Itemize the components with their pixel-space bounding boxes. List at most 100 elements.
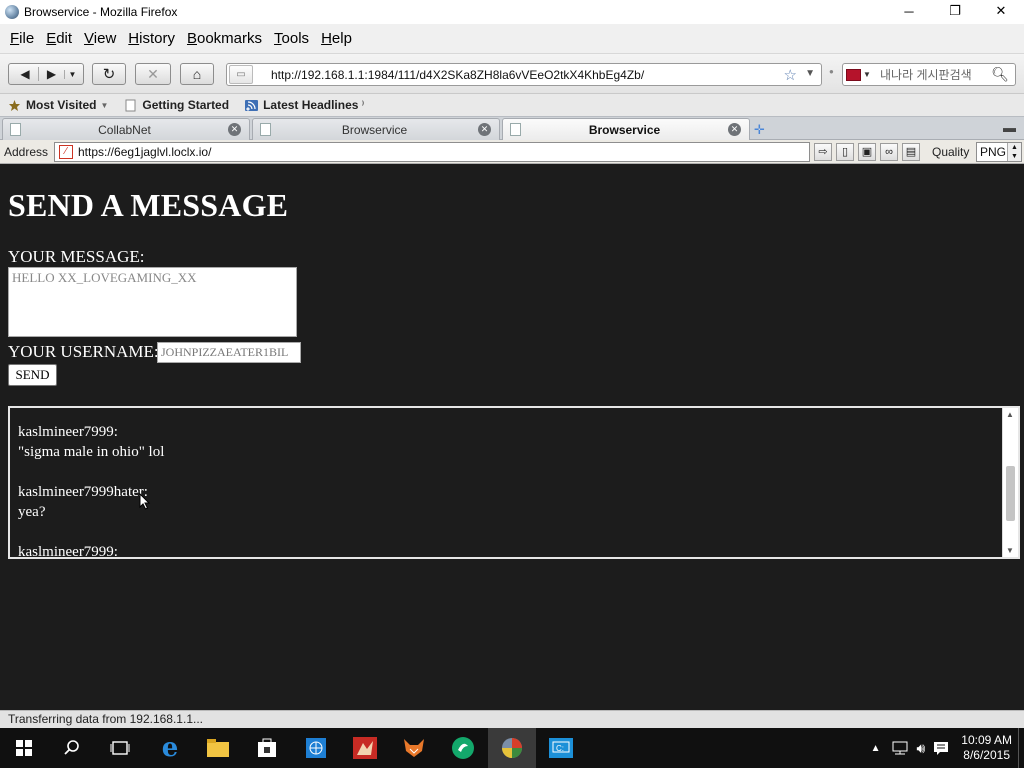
taskbar-app-blue[interactable]: C: bbox=[537, 728, 585, 768]
clock-time: 10:09 AM bbox=[961, 733, 1012, 747]
tab-label: Browservice bbox=[341, 122, 408, 137]
message-textarea[interactable]: HELLO XX_LOVEGAMING_XX bbox=[8, 267, 297, 337]
url-dropdown-icon[interactable]: ▼ bbox=[805, 68, 815, 79]
new-tab-icon[interactable]: ✛ bbox=[754, 122, 765, 138]
volume-icon[interactable]: 🔊︎ bbox=[916, 740, 925, 757]
network-icon[interactable] bbox=[892, 740, 908, 756]
action-center-icon[interactable] bbox=[933, 740, 949, 756]
page-content: SEND A MESSAGE YOUR MESSAGE: HELLO XX_LO… bbox=[0, 165, 1024, 710]
maximize-button[interactable]: ❐ bbox=[932, 0, 978, 22]
menu-file[interactable]: File bbox=[4, 30, 40, 47]
window-title: Browservice - Mozilla Firefox bbox=[24, 5, 178, 19]
username-input[interactable]: JOHNPIZZAEATER1BIL bbox=[157, 342, 301, 363]
chat-line: kaslmineer7999: bbox=[18, 424, 118, 440]
address-url[interactable]: https://6eg1jaglvl.loclx.io/ bbox=[78, 145, 211, 159]
scroll-up-icon[interactable]: ▲ bbox=[1006, 410, 1014, 419]
bookmark-most-visited[interactable]: Most Visited ▼ bbox=[8, 98, 108, 112]
taskbar-app-green[interactable] bbox=[439, 728, 487, 768]
windows-icon bbox=[16, 740, 32, 756]
page-icon bbox=[260, 123, 271, 136]
menu-edit[interactable]: Edit bbox=[40, 30, 78, 47]
status-text: Transferring data from 192.168.1.1... bbox=[8, 712, 203, 726]
taskbar-browser[interactable] bbox=[292, 728, 340, 768]
folder-icon bbox=[207, 739, 229, 757]
close-tab-icon[interactable]: ✕ bbox=[228, 123, 241, 136]
page-identity-icon[interactable]: ▭ bbox=[229, 65, 253, 84]
bookmark-icon[interactable]: ▯ bbox=[836, 143, 854, 161]
show-hidden-icons-icon[interactable]: ▲ bbox=[871, 743, 881, 754]
reload-button[interactable]: ↻ bbox=[92, 63, 126, 85]
scroll-thumb[interactable] bbox=[1006, 466, 1015, 521]
taskbar-store[interactable] bbox=[243, 728, 291, 768]
url-text[interactable]: http://192.168.1.1:1984/111/d4X2SKa8ZH8l… bbox=[271, 68, 644, 82]
menu-bar: File Edit View History Bookmarks Tools H… bbox=[0, 24, 1024, 54]
back-forward-button[interactable]: ◀ ▶ ▼ bbox=[8, 63, 84, 85]
tab-browservice-1[interactable]: Browservice ✕ bbox=[252, 118, 500, 140]
bookmarks-toolbar: Most Visited ▼ Getting Started Latest He… bbox=[0, 94, 1024, 116]
find-icon[interactable]: ∞ bbox=[880, 143, 898, 161]
taskbar-app-dragon[interactable] bbox=[341, 728, 389, 768]
chat-log[interactable]: kaslmineer7999: "sigma male in ohio" lol… bbox=[8, 406, 1020, 559]
stop-icon: ✕ bbox=[147, 65, 159, 82]
scroll-down-icon[interactable]: ▼ bbox=[1006, 546, 1014, 555]
start-button[interactable] bbox=[0, 728, 48, 768]
menu-bookmarks[interactable]: Bookmarks bbox=[181, 30, 268, 47]
page-save-icon[interactable]: ▣ bbox=[858, 143, 876, 161]
show-desktop-button[interactable] bbox=[1018, 728, 1024, 768]
back-icon[interactable]: ◀ bbox=[12, 67, 38, 81]
task-view-button[interactable] bbox=[96, 728, 144, 768]
page-icon bbox=[10, 123, 21, 136]
search-button[interactable] bbox=[48, 728, 96, 768]
forward-icon[interactable]: ▶ bbox=[38, 67, 64, 81]
quality-value: PNG bbox=[980, 145, 1007, 159]
chat-line: kaslmineer7999: bbox=[18, 544, 118, 559]
url-bar[interactable]: ▭ http://192.168.1.1:1984/111/d4X2SKa8ZH… bbox=[226, 63, 822, 86]
dragon-app-icon bbox=[353, 737, 377, 759]
menu-view[interactable]: View bbox=[78, 30, 122, 47]
page-heading: SEND A MESSAGE bbox=[8, 187, 289, 223]
address-field[interactable]: ⁄ https://6eg1jaglvl.loclx.io/ bbox=[54, 142, 810, 162]
bookmark-star-icon[interactable]: ☆ bbox=[784, 66, 797, 84]
taskbar-edge[interactable]: e bbox=[146, 728, 194, 768]
menu-tools[interactable]: Tools bbox=[268, 30, 315, 47]
send-button[interactable]: SEND bbox=[8, 364, 57, 386]
close-tab-icon[interactable]: ✕ bbox=[478, 123, 491, 136]
bookmark-latest-headlines[interactable]: Latest Headlines ⁾ bbox=[245, 98, 364, 112]
list-all-tabs-icon[interactable]: ▬ bbox=[1003, 120, 1016, 135]
taskbar-app-fox[interactable] bbox=[390, 728, 438, 768]
minimize-button[interactable]: ─ bbox=[886, 0, 932, 22]
menu-history[interactable]: History bbox=[122, 30, 181, 47]
system-tray: ▲ 🔊︎ 10:09 AM 8/6/2015 bbox=[871, 728, 1024, 768]
go-arrow-icon[interactable]: ⇨ bbox=[814, 143, 832, 161]
spinner-icon[interactable]: ▲ ▼ bbox=[1007, 143, 1021, 161]
task-view-icon bbox=[110, 741, 130, 755]
search-placeholder[interactable]: 내나라 게시판검색 bbox=[880, 66, 972, 83]
quality-label: Quality bbox=[932, 145, 970, 159]
taskbar-firefox[interactable] bbox=[488, 728, 536, 768]
search-engine-selector[interactable]: ▼ bbox=[846, 66, 872, 84]
quality-select[interactable]: PNG ▲ ▼ bbox=[976, 142, 1022, 162]
search-box[interactable]: ▼ 내나라 게시판검색 🔍︎ bbox=[842, 63, 1016, 86]
address-label: Address bbox=[4, 144, 49, 159]
chat-line bbox=[18, 522, 164, 542]
clock[interactable]: 10:09 AM 8/6/2015 bbox=[961, 733, 1012, 763]
tab-label: CollabNet bbox=[98, 122, 151, 137]
close-tab-icon[interactable]: ✕ bbox=[728, 123, 741, 136]
stop-button[interactable]: ✕ bbox=[135, 63, 171, 85]
username-label: YOUR USERNAME: bbox=[8, 342, 159, 361]
tab-browservice-2[interactable]: Browservice ✕ bbox=[502, 118, 750, 140]
bookmark-getting-started[interactable]: Getting Started bbox=[124, 98, 229, 112]
home-icon: ⌂ bbox=[192, 66, 202, 82]
history-dropdown-icon[interactable]: ▼ bbox=[64, 69, 80, 79]
chat-scrollbar[interactable]: ▲ ▼ bbox=[1002, 408, 1018, 557]
home-button[interactable]: ⌂ bbox=[180, 63, 214, 85]
menu-help[interactable]: Help bbox=[315, 30, 358, 47]
taskbar-file-explorer[interactable] bbox=[194, 728, 242, 768]
insecure-icon: ⁄ bbox=[59, 145, 73, 159]
tab-collabnet[interactable]: CollabNet ✕ bbox=[2, 118, 250, 140]
taskbar: e C: ▲ 🔊︎ 10:09 AM 8/6/2015 bbox=[0, 728, 1024, 768]
close-button[interactable]: ✕ bbox=[978, 0, 1024, 22]
search-icon[interactable]: 🔍︎ bbox=[991, 66, 1009, 83]
page-icon bbox=[125, 99, 136, 111]
clipboard-icon[interactable]: ▤ bbox=[902, 143, 920, 161]
